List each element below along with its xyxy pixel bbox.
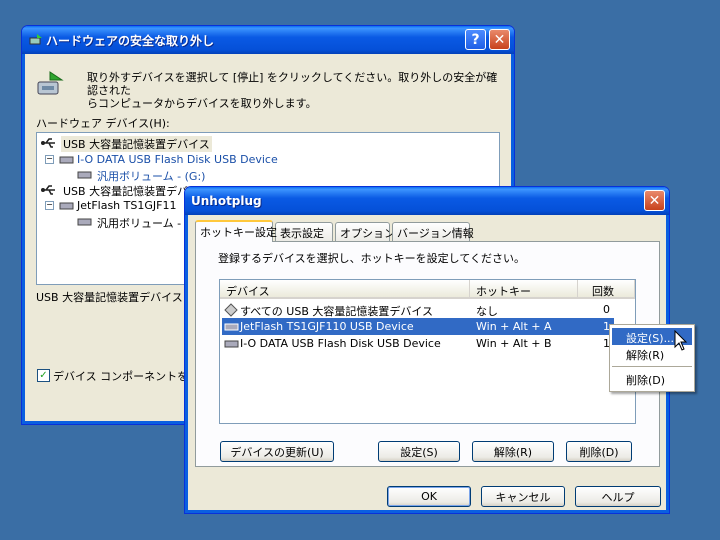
show-components-checkbox[interactable]: ✓ bbox=[37, 369, 50, 382]
tree-item-label: 汎用ボリューム - (G:) bbox=[97, 170, 206, 183]
hotkey-value: Win + Alt + B bbox=[476, 337, 552, 350]
tree-item-label: USB 大容量記憶装置デバイ bbox=[63, 185, 200, 198]
usb-icon bbox=[41, 138, 55, 148]
status-text: USB 大容量記憶装置デバイス bbox=[36, 291, 183, 304]
title-bar[interactable]: ハードウェアの安全な取り外し ? ✕ bbox=[22, 26, 514, 54]
panel-instruction: 登録するデバイスを選択し、ホットキーを設定してください。 bbox=[218, 252, 526, 265]
instruction-text: 取り外すデバイスを選択して [停止] をクリックしてください。取り外しの安全が確… bbox=[87, 71, 507, 110]
tab-options[interactable]: オプション bbox=[335, 222, 395, 241]
device-list[interactable]: デバイス ホットキー 回数 すべての USB 大容量記憶装置デバイス なし 0 … bbox=[219, 279, 636, 424]
tab-version-info[interactable]: バージョン情報 bbox=[392, 222, 474, 241]
menu-separator bbox=[612, 366, 692, 367]
release-button[interactable]: 解除(R) bbox=[472, 441, 554, 462]
ok-button[interactable]: OK bbox=[387, 486, 471, 507]
window-title: ハードウェアの安全な取り外し bbox=[46, 33, 215, 48]
tab-hotkey-settings[interactable]: ホットキー設定 bbox=[195, 220, 277, 242]
refresh-devices-button[interactable]: デバイスの更新(U) bbox=[220, 441, 334, 462]
close-button[interactable]: ✕ bbox=[644, 190, 665, 211]
usb-icon bbox=[41, 185, 55, 195]
tree-item-label: USB 大容量記憶装置デバイス bbox=[61, 136, 212, 152]
instruction-line-2: らコンピュータからデバイスを取り外します。 bbox=[87, 97, 317, 110]
set-button[interactable]: 設定(S) bbox=[378, 441, 460, 462]
hotkey-value: なし bbox=[476, 305, 498, 318]
table-row[interactable]: I-O DATA USB Flash Disk USB Device Win +… bbox=[222, 335, 614, 352]
table-row-selected[interactable]: JetFlash TS1GJF110 USB Device Win + Alt … bbox=[222, 318, 614, 335]
hardware-remove-icon bbox=[29, 34, 42, 45]
title-bar[interactable]: Unhotplug ✕ bbox=[185, 187, 669, 215]
column-header-hotkey[interactable]: ホットキー bbox=[470, 280, 578, 299]
usb-drive-icon bbox=[224, 323, 239, 331]
usb-drive-icon bbox=[224, 340, 239, 348]
menu-item-delete[interactable]: 削除(D) bbox=[612, 370, 692, 387]
device-name: すべての USB 大容量記憶装置デバイス bbox=[240, 305, 434, 318]
device-name: JetFlash TS1GJF110 USB Device bbox=[240, 320, 414, 333]
window-title: Unhotplug bbox=[191, 194, 262, 208]
help-button[interactable]: ? bbox=[465, 29, 486, 50]
count-value: 0 bbox=[603, 303, 610, 316]
device-name: I-O DATA USB Flash Disk USB Device bbox=[240, 337, 441, 350]
tree-item-label: 汎用ボリューム - bbox=[97, 217, 182, 230]
collapse-icon[interactable]: − bbox=[45, 201, 54, 210]
volume-icon bbox=[77, 218, 92, 226]
column-header-device[interactable]: デバイス bbox=[220, 280, 470, 299]
tree-item-label: I-O DATA USB Flash Disk USB Device bbox=[77, 153, 278, 166]
delete-button[interactable]: 削除(D) bbox=[566, 441, 632, 462]
usb-drive-icon bbox=[59, 156, 74, 164]
devices-label: ハードウェア デバイス(H): bbox=[36, 117, 170, 130]
help-button[interactable]: ヘルプ bbox=[575, 486, 661, 507]
safely-remove-icon bbox=[37, 71, 64, 95]
column-header-count[interactable]: 回数 bbox=[578, 280, 635, 299]
collapse-icon[interactable]: − bbox=[45, 155, 54, 164]
instruction-line-1: 取り外すデバイスを選択して [停止] をクリックしてください。取り外しの安全が確… bbox=[87, 71, 498, 97]
mouse-cursor-icon bbox=[674, 330, 688, 351]
cancel-button[interactable]: キャンセル bbox=[481, 486, 565, 507]
hotkey-value: Win + Alt + A bbox=[476, 320, 552, 333]
close-button[interactable]: ✕ bbox=[489, 29, 510, 50]
diamond-icon bbox=[224, 303, 238, 317]
usb-drive-icon bbox=[59, 202, 74, 210]
table-row[interactable]: すべての USB 大容量記憶装置デバイス なし 0 bbox=[222, 301, 614, 318]
tab-panel: 登録するデバイスを選択し、ホットキーを設定してください。 デバイス ホットキー … bbox=[195, 241, 660, 467]
volume-icon bbox=[77, 171, 92, 179]
tab-display-settings[interactable]: 表示設定 bbox=[275, 222, 333, 241]
tree-item-label: JetFlash TS1GJF11 bbox=[77, 199, 177, 212]
unhotplug-window: Unhotplug ✕ ホットキー設定 表示設定 オプション バージョン情報 登… bbox=[184, 186, 670, 514]
